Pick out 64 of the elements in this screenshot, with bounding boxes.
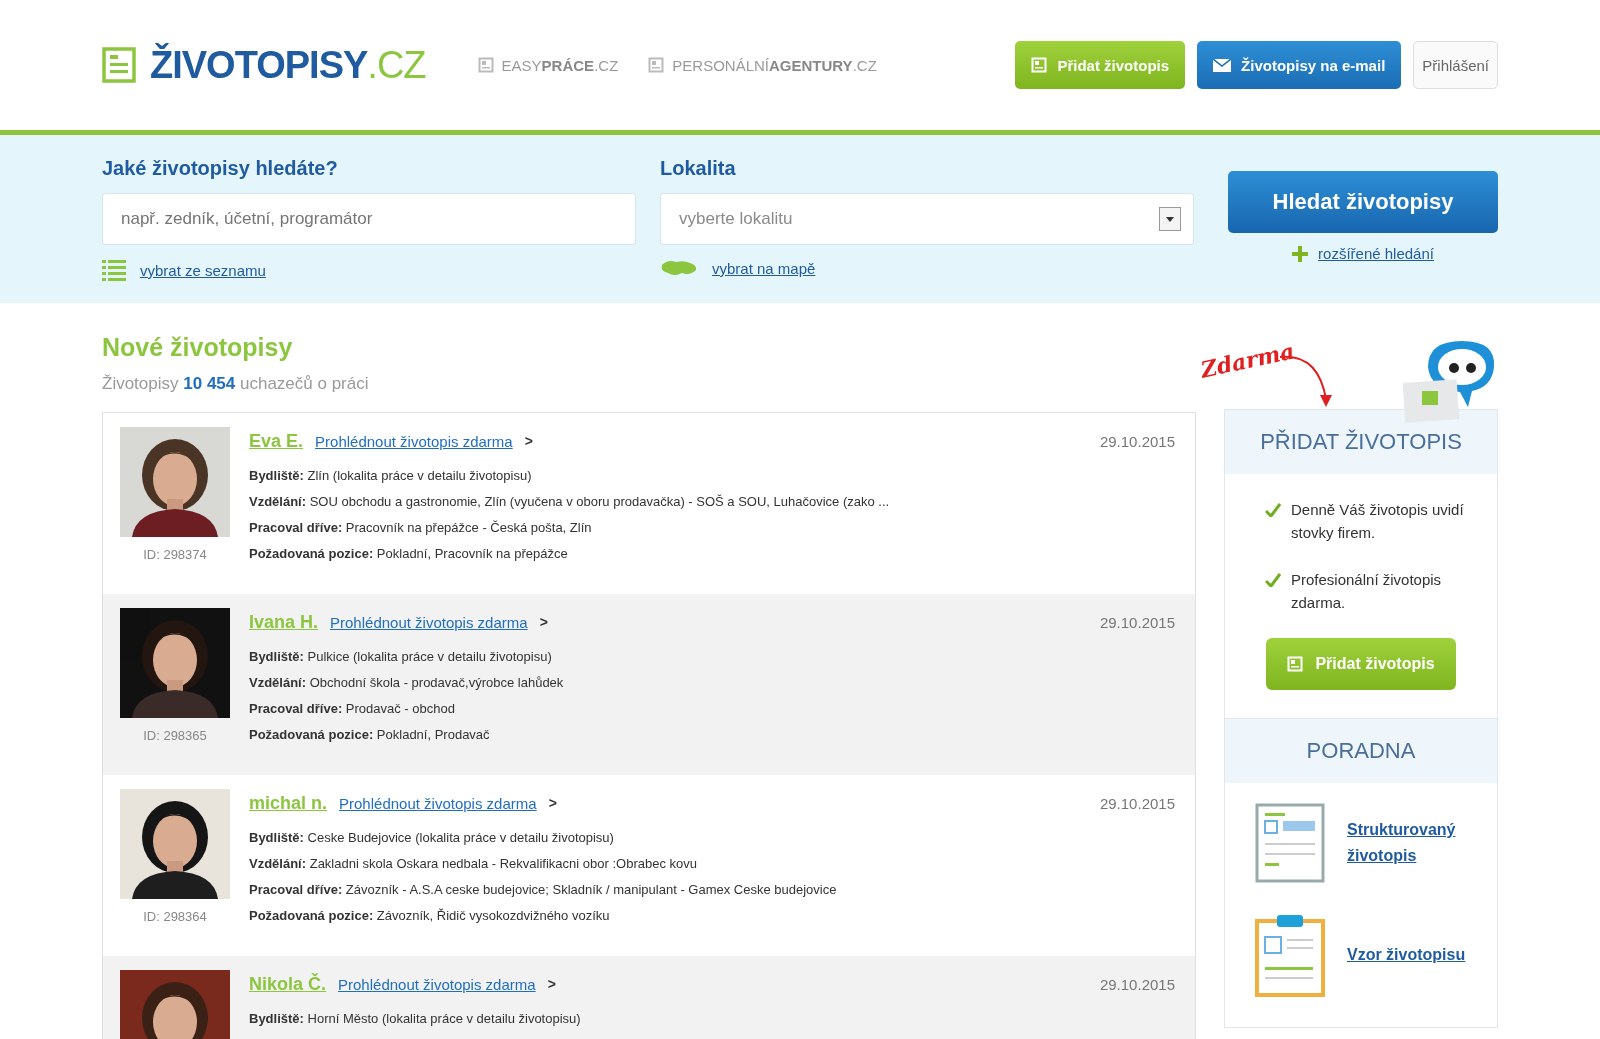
- check-icon: [1265, 503, 1281, 517]
- advice-link[interactable]: Vzor životopisu: [1347, 942, 1477, 968]
- header-button[interactable]: Přihlášení: [1413, 41, 1498, 89]
- header-button[interactable]: Životopisy na e-mail: [1197, 41, 1402, 89]
- detail-line: Pracoval dříve: Pracovník na přepážce - Česká pošta, Zlín: [249, 519, 593, 537]
- view-cv-link[interactable]: Prohlédnout životopis zdarma: [338, 975, 536, 993]
- list-link[interactable]: vybrat ze seznamu: [140, 261, 266, 279]
- site-logo[interactable]: ŽIVOTOPISY.CZ: [150, 43, 426, 87]
- candidate-id: ID: 298365: [143, 728, 207, 743]
- dropdown-arrow-icon: [1166, 216, 1174, 222]
- detail-line: Bydliště: Ceske Budejovice (lokalita práce v detailu životopisu): [249, 829, 615, 847]
- map-link[interactable]: vybrat na mapě: [712, 259, 816, 277]
- advanced-search-link[interactable]: rozšířené hledání: [1318, 245, 1434, 262]
- location-dropdown[interactable]: vyberte lokalitu: [660, 193, 1194, 245]
- document-icon: [477, 57, 494, 73]
- field-label: Lokalita: [660, 157, 737, 181]
- form-icon: [1255, 803, 1325, 883]
- detail-line: Bydliště: Zlín (lokalita práce v detailu životopisu): [249, 467, 533, 485]
- arrow-text: >: [539, 614, 548, 630]
- detail-line: Pracoval dříve: Prodavač - obchod: [249, 700, 456, 718]
- detail-line: Požadovaná pozice: Pokladní, Pracovník na přepážce: [249, 545, 569, 563]
- date-text: 29.10.2015: [1099, 432, 1175, 450]
- detail-line: Požadovaná pozice: Závozník, Řidič vysokozdvižného vozíku: [249, 907, 611, 925]
- candidate-id: ID: 298374: [143, 547, 207, 562]
- detail-line: Bydliště: Horní Město (lokalita práce v detailu životopisu): [249, 1010, 582, 1028]
- logo-icon: [102, 47, 136, 83]
- document-icon: [648, 57, 665, 73]
- panel-title: PORADNA: [1225, 719, 1497, 783]
- document-icon: [1287, 656, 1304, 672]
- section-title: Nové životopisy: [102, 333, 294, 362]
- date-text: 29.10.2015: [1099, 794, 1175, 812]
- search-button[interactable]: Hledat životopisy: [1228, 171, 1498, 233]
- detail-line: Pracoval dříve: Závozník - A.S.A ceske budejovice; Skladník / manipulant - Gamex Ceske budejovice: [249, 881, 838, 899]
- arrow-text: >: [524, 433, 533, 449]
- view-cv-link[interactable]: Prohlédnout životopis zdarma: [315, 432, 513, 450]
- document-icon: [1031, 57, 1048, 73]
- view-cv-link[interactable]: Prohlédnout životopis zdarma: [330, 613, 528, 631]
- partner-link[interactable]: EASYPRÁCE.CZ: [501, 56, 619, 74]
- date-text: 29.10.2015: [1099, 975, 1175, 993]
- search-field[interactable]: např. zedník, účetní, programátor: [102, 193, 636, 245]
- arrow-text: >: [547, 976, 556, 992]
- free-label: Zdarma: [1198, 337, 1297, 383]
- detail-line: Vzdělání: Zakladni skola Oskara nedbala - Rekvalifikacni obor :Obrabec kovu: [249, 855, 698, 873]
- clipboard-icon: [1255, 913, 1325, 997]
- advice-link[interactable]: Strukturovaný životopis: [1347, 817, 1477, 869]
- detail-line: Požadovaná pozice: Pokladní, Prodavač: [249, 726, 491, 744]
- map-icon: [660, 259, 698, 277]
- candidate-id: ID: 298364: [143, 909, 207, 924]
- field-label: Jaké životopisy hledáte?: [102, 157, 339, 181]
- candidate-count: Životopisy 10 454 uchazečů o práci: [102, 374, 370, 394]
- detail-line: Vzdělání: Obchodní škola - prodavač,výrobce lahůdek: [249, 674, 565, 692]
- date-text: 29.10.2015: [1099, 613, 1175, 631]
- detail-line: Bydliště: Pulkice (lokalita práce v detailu životopisu): [249, 648, 553, 666]
- benefit-text: Denně Váš životopis uvidí stovky firem.: [1291, 500, 1465, 543]
- arrow-text: >: [548, 795, 557, 811]
- benefit-text: Profesionální životopis zdarma.: [1291, 570, 1443, 613]
- view-cv-link[interactable]: Prohlédnout životopis zdarma: [339, 794, 537, 812]
- partner-link[interactable]: PERSONÁLNÍAGENTURY.CZ: [672, 56, 877, 74]
- envelope-icon: [1213, 58, 1232, 72]
- plus-icon: [1292, 245, 1309, 262]
- check-icon: [1265, 573, 1281, 587]
- detail-line: Vzdělání: SOU obchodu a gastronomie, Zlín (vyučena v oboru prodavačka) - SOŠ a SOU, Luhačovice (zako ...: [249, 493, 891, 511]
- panel-title: PŘIDAT ŽIVOTOPIS: [1225, 410, 1497, 474]
- list-icon: [102, 259, 126, 281]
